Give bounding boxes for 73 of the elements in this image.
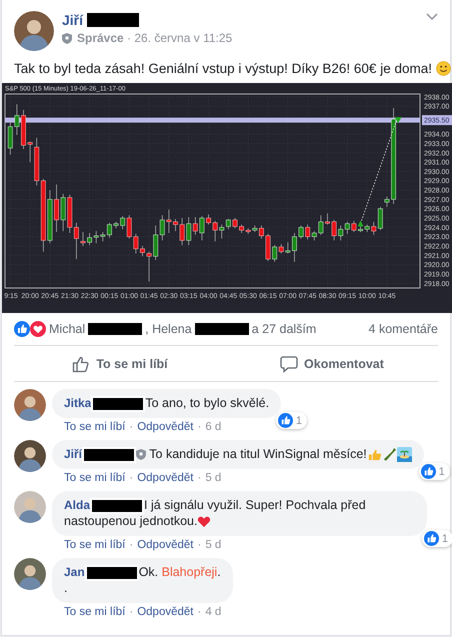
reaction-names[interactable]: Michal — [49, 322, 86, 336]
post-meta: Správce · 26. června v 11:25 — [77, 31, 232, 45]
island-icon — [396, 447, 412, 462]
separator-dot: · — [197, 472, 202, 484]
comment-action-link[interactable]: Odpovědět — [137, 421, 194, 433]
comment-text: Jitka To ano, to bylo skvělé. — [64, 395, 270, 411]
separator-dot: · — [129, 539, 134, 552]
bottle-icon — [382, 447, 397, 462]
candlestick — [114, 221, 118, 229]
comment-action-link[interactable]: Odpovědět — [137, 472, 194, 484]
candlestick — [206, 214, 211, 225]
separator-dot: · — [197, 539, 202, 552]
candlestick — [298, 225, 304, 239]
comment-button[interactable]: Okomentovat — [226, 346, 438, 381]
reaction-names[interactable]: a 27 dalším — [252, 322, 316, 336]
like-icon — [14, 321, 30, 337]
avatar[interactable] — [14, 11, 54, 51]
avatar[interactable] — [14, 440, 46, 472]
comment-author[interactable]: Alda — [64, 498, 90, 512]
comment-action-link[interactable]: To se mi líbí — [64, 421, 126, 433]
candlestick — [292, 232, 297, 262]
comment-author[interactable]: Jan — [64, 565, 85, 580]
love-icon — [30, 321, 46, 337]
thumbs-up-icon — [72, 354, 90, 372]
comment-text: Jiří To kandiduje na titul WinSignal měsíce! — [64, 446, 412, 462]
candlestick — [358, 225, 363, 232]
candlestick — [54, 184, 59, 232]
candlestick — [325, 213, 330, 225]
separator-dot: · — [129, 472, 134, 484]
smiley-icon — [436, 61, 451, 76]
comment-text: Alda I já signálu využil. Super! Pochvala před nastoupenou jednotkou. — [64, 497, 367, 530]
comment-action-link[interactable]: Odpovědět — [137, 606, 194, 618]
avatar[interactable] — [14, 389, 46, 421]
like-icon — [420, 464, 436, 480]
author-name[interactable]: Jiří — [62, 12, 84, 28]
candlestick — [80, 232, 86, 246]
reaction-names[interactable]: , Helena — [145, 322, 192, 336]
comment-action-link[interactable]: To se mi líbí — [64, 472, 126, 484]
avatar[interactable] — [14, 558, 46, 590]
candlestick — [21, 110, 26, 150]
comment-action-link[interactable]: Odpovědět — [137, 539, 194, 552]
comment-action-link[interactable]: To se mi líbí — [64, 606, 126, 618]
shield-icon — [136, 449, 146, 460]
reaction-count: 1 — [438, 466, 445, 478]
speech-bubble-icon — [280, 354, 298, 372]
comment-text: Jan Ok. Blahopřeji. . — [64, 564, 221, 596]
candlestick — [384, 196, 390, 208]
shield-icon — [62, 32, 72, 44]
candlestick — [140, 246, 145, 257]
comment-count[interactable]: 4 komentáře — [368, 322, 438, 336]
heart-icon — [197, 515, 212, 528]
separator-dot: · — [197, 606, 202, 618]
like-icon — [424, 531, 439, 546]
like-icon — [278, 413, 293, 428]
comment-author[interactable]: Jitka — [64, 396, 92, 410]
separator-dot: · — [197, 421, 202, 433]
separator-dot: · — [129, 606, 134, 618]
like-button[interactable]: To se mi líbí — [14, 346, 226, 381]
separator-dot: · — [129, 421, 134, 433]
reaction-count: 1 — [442, 532, 448, 545]
reaction-count: 1 — [296, 414, 302, 426]
post-text: Tak to byl teda zásah! Geniální vstup i výstup! Díky B26! 60€ je doma! — [14, 61, 432, 76]
chevron-down-icon[interactable] — [426, 13, 438, 21]
candlestick — [232, 218, 238, 229]
candlestick — [146, 251, 152, 282]
thumbs-up-icon — [366, 447, 382, 462]
redaction-bar — [88, 323, 142, 335]
redaction-bar — [194, 323, 249, 335]
candlestick — [173, 218, 178, 232]
comment-action-link[interactable]: To se mi líbí — [64, 539, 126, 552]
comment-author[interactable]: Jiří — [64, 447, 82, 461]
candlestick — [266, 234, 270, 262]
avatar[interactable] — [14, 491, 46, 524]
